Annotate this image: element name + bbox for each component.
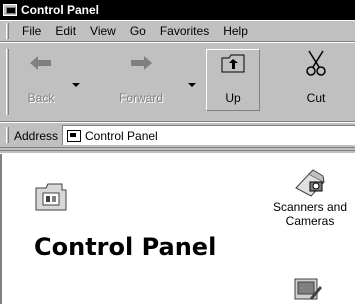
forward-arrow-icon (131, 56, 152, 70)
menu-bar: File Edit View Go Favorites Help (0, 20, 355, 42)
address-bar: Address Control Panel (0, 122, 355, 148)
partially-visible-item[interactable] (288, 276, 328, 304)
up-button[interactable]: Up (204, 49, 262, 113)
menu-view[interactable]: View (83, 24, 123, 38)
menu-help[interactable]: Help (216, 24, 255, 38)
toolbar-grip[interactable] (6, 49, 9, 115)
back-arrow-icon (30, 56, 51, 70)
control-panel-window-icon[interactable] (3, 4, 17, 16)
menu-file[interactable]: File (15, 24, 48, 38)
address-grip[interactable] (6, 127, 9, 143)
cut-label: Cut (306, 91, 326, 105)
menu-go[interactable]: Go (123, 24, 153, 38)
back-label: Back (27, 91, 55, 105)
address-value: Control Panel (85, 128, 158, 143)
back-dropdown-arrow[interactable] (72, 83, 80, 87)
address-label: Address (14, 129, 59, 143)
standard-toolbar: Back Forward Up Cut (0, 42, 355, 122)
control-panel-folder-icon (35, 183, 67, 211)
menubar-grip[interactable] (6, 23, 9, 39)
forward-label: Forward (118, 91, 163, 105)
scanners-and-cameras-item[interactable]: Scanners and Cameras (264, 168, 355, 228)
cut-button[interactable]: Cut (288, 49, 344, 113)
content-pane: Control Panel Scanners and Cameras (0, 154, 355, 304)
scissors-icon (306, 50, 326, 76)
title-bar[interactable]: Control Panel (0, 0, 355, 20)
forward-button[interactable]: Forward (104, 49, 178, 113)
menu-edit[interactable]: Edit (48, 24, 83, 38)
folder-title: Control Panel (34, 233, 217, 261)
forward-dropdown-arrow[interactable] (188, 83, 196, 87)
control-panel-small-icon (67, 129, 81, 142)
scanners-and-cameras-label: Scanners and Cameras (272, 200, 348, 228)
back-button[interactable]: Back (14, 49, 68, 113)
up-label: Up (225, 91, 241, 105)
scanner-camera-icon (295, 169, 325, 197)
menu-favorites[interactable]: Favorites (153, 24, 216, 38)
window-title: Control Panel (21, 3, 100, 17)
control-panel-item-icon (294, 278, 322, 300)
address-field[interactable]: Control Panel (62, 125, 355, 145)
